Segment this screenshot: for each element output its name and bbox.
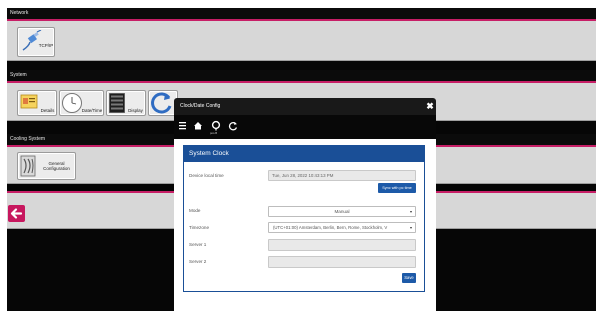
tile-details[interactable]: Details bbox=[17, 90, 57, 116]
chevron-down-icon: ▾ bbox=[408, 223, 412, 232]
modal-header: Clock/Date Config bbox=[174, 98, 436, 115]
mode-value: Manual bbox=[334, 209, 350, 214]
app-screen: Network TCP/IP System Details Date/Time bbox=[0, 0, 596, 311]
timezone-label: Timezone bbox=[189, 225, 209, 230]
tile-general-configuration[interactable]: General Configuration bbox=[17, 152, 76, 180]
mode-select[interactable]: Manual ▾ bbox=[268, 206, 416, 217]
refresh-icon[interactable] bbox=[228, 119, 238, 133]
chevron-down-icon: ▾ bbox=[409, 209, 412, 214]
card-title: System Clock bbox=[183, 145, 425, 162]
home-icon[interactable] bbox=[193, 119, 203, 133]
section-header-system: System bbox=[7, 70, 596, 81]
tile-display[interactable]: Display bbox=[106, 90, 146, 116]
timezone-value: (UTC+01:00) Amsterdam, Berlin, Bern, Rom… bbox=[273, 225, 388, 230]
back-button[interactable] bbox=[8, 205, 25, 222]
save-button[interactable]: Save bbox=[402, 273, 416, 283]
id-card-icon bbox=[20, 94, 38, 109]
section-title: Cooling System bbox=[10, 136, 46, 142]
server2-input[interactable] bbox=[268, 256, 416, 268]
tile-label: Display bbox=[128, 108, 143, 113]
server2-label: Server 2 bbox=[189, 259, 207, 264]
section-title: System bbox=[10, 72, 27, 78]
section-header-network: Network bbox=[7, 8, 596, 19]
sync-with-pc-time-button[interactable]: Sync with pc time bbox=[378, 183, 416, 193]
cooling-fan-icon bbox=[20, 155, 36, 177]
device-time-field: Tue, Jun 28, 2022 10:43:13 PM bbox=[268, 170, 416, 181]
refresh-icon bbox=[151, 92, 172, 114]
tile-label: Details bbox=[40, 108, 55, 113]
location-caption: pos.B bbox=[210, 131, 218, 135]
tile-date-time[interactable]: Date/Time bbox=[59, 90, 104, 116]
timezone-select[interactable]: (UTC+01:00) Amsterdam, Berlin, Bern, Rom… bbox=[268, 222, 416, 233]
menu-icon[interactable] bbox=[178, 119, 188, 133]
tile-label: General Configuration bbox=[43, 161, 70, 171]
section-title: Network bbox=[10, 10, 29, 16]
display-panel-icon bbox=[109, 93, 125, 113]
tile-label: Date/Time bbox=[81, 108, 103, 113]
arrow-left-icon bbox=[10, 208, 23, 219]
server1-input[interactable] bbox=[268, 239, 416, 251]
tile-label: TCP/IP bbox=[38, 43, 54, 48]
server1-label: Server 1 bbox=[189, 242, 207, 247]
network-cable-icon bbox=[22, 30, 42, 51]
section-panel-network bbox=[7, 21, 596, 61]
close-icon[interactable]: ✖ bbox=[424, 99, 436, 113]
modal-title: Clock/Date Config bbox=[180, 103, 221, 109]
tile-tcpip[interactable]: TCP/IP bbox=[17, 27, 55, 57]
mode-label: Mode bbox=[189, 208, 201, 213]
system-clock-card bbox=[183, 145, 425, 292]
device-time-label: Device local time bbox=[189, 173, 224, 178]
